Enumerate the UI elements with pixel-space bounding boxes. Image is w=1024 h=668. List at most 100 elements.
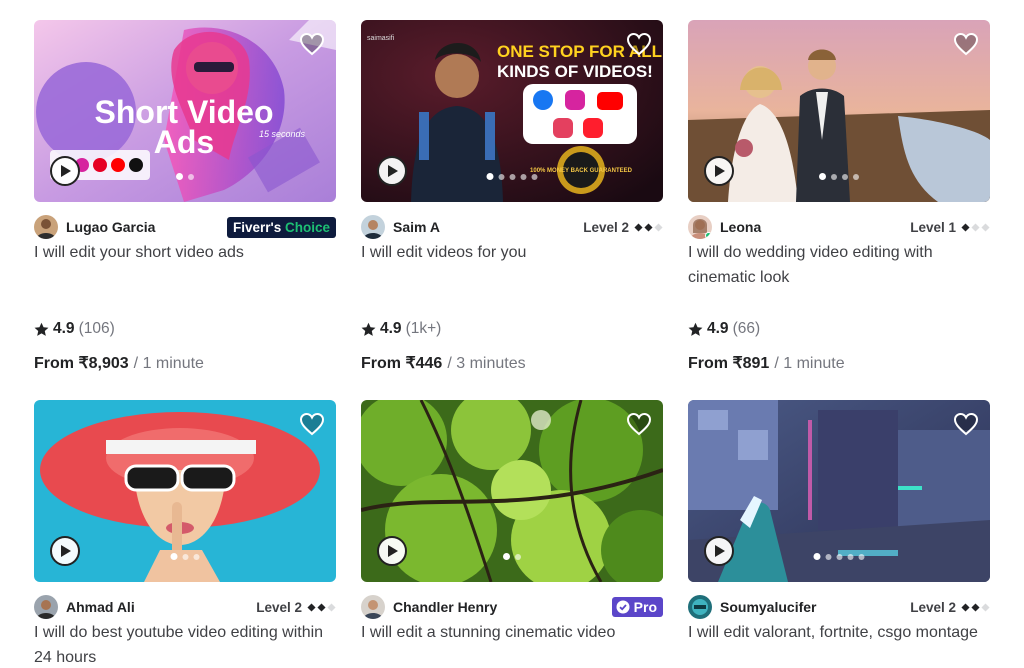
level-diamond-empty-icon (981, 222, 990, 232)
level-diamonds (961, 222, 990, 232)
carousel-dot[interactable] (176, 173, 183, 180)
gig-thumbnail[interactable] (361, 400, 663, 582)
seller-avatar[interactable] (361, 215, 385, 239)
carousel-dot[interactable] (858, 553, 865, 560)
carousel-dot[interactable] (498, 173, 505, 180)
seller-info: Ahmad Ali Level 2 (34, 594, 336, 620)
gig-rating: 4.9 (106) (34, 320, 115, 338)
fiverrs-choice-badge: Fiverr's Choice (226, 216, 336, 238)
delivery-time: / 1 minute (133, 355, 204, 372)
carousel-dots[interactable] (486, 173, 538, 180)
thumbnail-caption: 15 seconds (259, 129, 306, 139)
play-video-button[interactable] (704, 536, 734, 566)
seller-name[interactable]: Ahmad Ali (66, 599, 135, 615)
carousel-dot[interactable] (486, 173, 494, 180)
gig-price: From ₹8,903 / 1 minute (34, 353, 204, 373)
seller-avatar[interactable] (34, 215, 58, 239)
carousel-dots[interactable] (170, 553, 200, 560)
favorite-heart-icon[interactable] (625, 30, 653, 58)
online-status-indicator (705, 232, 712, 239)
star-icon (34, 322, 49, 336)
carousel-dot[interactable] (515, 553, 521, 560)
delivery-time: / 3 minutes (447, 355, 526, 372)
carousel-dot[interactable] (188, 173, 194, 180)
carousel-dot[interactable] (170, 553, 178, 560)
carousel-dot[interactable] (813, 553, 821, 560)
carousel-dot[interactable] (836, 553, 843, 560)
gig-thumbnail[interactable] (688, 400, 990, 582)
play-video-button[interactable] (50, 156, 80, 186)
gig-title[interactable]: I will edit a stunning cinematic video (361, 620, 663, 645)
favorite-heart-icon[interactable] (625, 410, 653, 438)
pro-badge: Pro (611, 597, 663, 617)
gig-thumbnail[interactable]: Short Video Ads 15 seconds (34, 20, 336, 202)
price-amount: From ₹891 (688, 355, 770, 372)
seller-level-label: Level 1 (910, 219, 956, 235)
seller-avatar[interactable] (688, 215, 712, 239)
seller-level-badge: Level 2 (910, 600, 990, 615)
price-amount: From ₹446 (361, 355, 443, 372)
gig-card[interactable]: Soumyalucifer Level 2 I will edit valora… (688, 400, 990, 641)
carousel-dot[interactable] (853, 173, 859, 180)
rating-score: 4.9 (707, 320, 729, 337)
seller-avatar[interactable] (361, 595, 385, 619)
gig-grid: Short Video Ads 15 seconds Lugao Garcia (0, 0, 1024, 668)
verified-check-icon (616, 600, 630, 614)
play-video-button[interactable] (377, 156, 407, 186)
seller-name[interactable]: Saim A (393, 219, 440, 235)
gig-price: From ₹446 / 3 minutes (361, 353, 526, 373)
carousel-dot[interactable] (819, 173, 826, 180)
pro-badge-label: Pro (633, 599, 657, 615)
gig-card[interactable]: Chandler Henry Pro I will edit a stunnin… (361, 400, 663, 641)
seller-name[interactable]: Soumyalucifer (720, 599, 816, 615)
carousel-dots[interactable] (813, 553, 865, 560)
carousel-dot[interactable] (531, 173, 538, 180)
seller-avatar[interactable] (688, 595, 712, 619)
play-video-button[interactable] (704, 156, 734, 186)
play-video-button[interactable] (50, 536, 80, 566)
gig-thumbnail[interactable] (688, 20, 990, 202)
favorite-heart-icon[interactable] (952, 30, 980, 58)
carousel-dot[interactable] (842, 173, 848, 180)
gig-title[interactable]: I will edit videos for you (361, 240, 663, 265)
level-diamonds (307, 602, 336, 612)
carousel-dot[interactable] (509, 173, 516, 180)
gig-card[interactable]: Leona Level 1 I will do wedding video ed… (688, 20, 990, 372)
gig-title[interactable]: I will do best youtube video editing wit… (34, 620, 336, 668)
gig-title[interactable]: I will edit your short video ads (34, 240, 336, 265)
carousel-dot[interactable] (825, 553, 832, 560)
gig-card[interactable]: Short Video Ads 15 seconds Lugao Garcia (34, 20, 336, 372)
seller-name[interactable]: Leona (720, 219, 761, 235)
gig-card[interactable]: saimasifi ONE STOP FOR ALL KINDS OF VIDE… (361, 20, 663, 372)
gig-title[interactable]: I will do wedding video editing with cin… (688, 240, 990, 290)
level-diamond-filled-icon (644, 222, 653, 232)
carousel-dot[interactable] (193, 553, 200, 560)
favorite-heart-icon[interactable] (298, 30, 326, 58)
carousel-dot[interactable] (831, 173, 837, 180)
favorite-heart-icon[interactable] (298, 410, 326, 438)
carousel-dots[interactable] (819, 173, 859, 180)
seller-name[interactable]: Chandler Henry (393, 599, 497, 615)
carousel-dot[interactable] (520, 173, 527, 180)
seller-name[interactable]: Lugao Garcia (66, 219, 155, 235)
favorite-heart-icon[interactable] (952, 410, 980, 438)
gig-thumbnail[interactable]: saimasifi ONE STOP FOR ALL KINDS OF VIDE… (361, 20, 663, 202)
thumbnail-caption: Ads (154, 124, 214, 160)
carousel-dot[interactable] (503, 553, 510, 560)
gig-thumbnail[interactable] (34, 400, 336, 582)
carousel-dots[interactable] (176, 173, 194, 180)
seller-avatar[interactable] (34, 595, 58, 619)
seller-level-badge: Level 1 (910, 220, 990, 235)
play-video-button[interactable] (377, 536, 407, 566)
rating-score: 4.9 (53, 320, 75, 337)
review-count: (1k+) (405, 320, 442, 337)
gig-price: From ₹891 / 1 minute (688, 353, 845, 373)
carousel-dots[interactable] (503, 553, 521, 560)
gig-rating: 4.9 (66) (688, 320, 760, 338)
carousel-dot[interactable] (182, 553, 189, 560)
gig-card[interactable]: Ahmad Ali Level 2 I will do best youtube… (34, 400, 336, 666)
gig-title[interactable]: I will edit valorant, fortnite, csgo mon… (688, 620, 990, 645)
level-diamond-filled-icon (634, 222, 643, 232)
seller-info: Soumyalucifer Level 2 (688, 594, 990, 620)
carousel-dot[interactable] (847, 553, 854, 560)
